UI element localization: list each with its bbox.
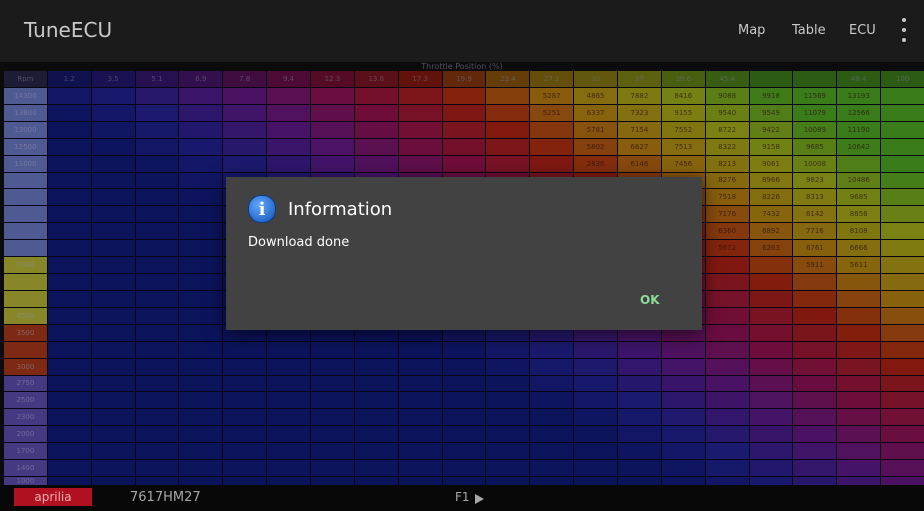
menu-map[interactable]: Map — [738, 23, 765, 38]
dialog-title: Information — [288, 199, 393, 220]
dialog-message: Download done — [248, 235, 350, 250]
information-dialog: i Information Download done OK — [226, 177, 702, 330]
menu-table[interactable]: Table — [792, 23, 826, 38]
key-hint: F1 — [455, 490, 470, 504]
ecu-id: 7617HM27 — [130, 490, 201, 505]
app-title: TuneECU — [24, 18, 113, 42]
brand-logo: aprilia — [14, 488, 92, 506]
ok-button[interactable]: OK — [640, 293, 660, 307]
menu-ecu[interactable]: ECU — [849, 23, 876, 38]
overflow-menu-icon[interactable] — [898, 18, 910, 42]
app-bar: TuneECU Map Table ECU — [0, 0, 924, 62]
status-bar: aprilia 7617HM27 F1 — [0, 485, 924, 511]
info-icon: i — [248, 195, 276, 223]
play-icon[interactable] — [475, 494, 484, 504]
